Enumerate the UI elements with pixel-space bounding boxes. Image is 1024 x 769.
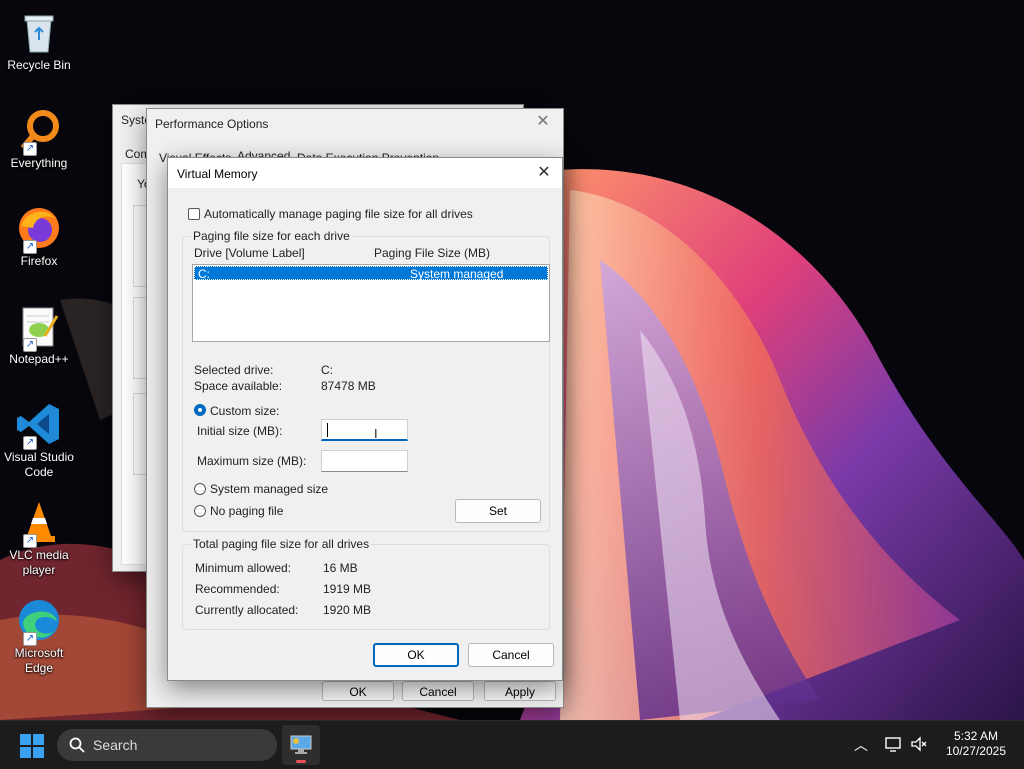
clock[interactable]: 5:32 AM 10/27/2025 — [946, 729, 1006, 759]
window-title: Virtual Memory — [177, 167, 258, 181]
drive-letter: C: — [198, 267, 210, 281]
active-indicator — [296, 760, 306, 763]
virtual-memory-dialog[interactable]: Virtual Memory ✕ Automatically manage pa… — [167, 157, 563, 681]
shortcut-arrow-icon: ↗ — [23, 534, 37, 548]
ok-button[interactable]: OK — [322, 681, 394, 701]
text-caret — [327, 423, 328, 437]
desktop-icon-label: Visual Studio Code — [4, 450, 74, 479]
desktop-icon-recycle-bin[interactable]: Recycle Bin — [0, 0, 78, 73]
desktop-icon-edge[interactable]: ↗ Microsoft Edge — [0, 588, 78, 676]
auto-manage-checkbox[interactable] — [188, 208, 200, 220]
desktop-icon-label: VLC media player — [9, 548, 69, 577]
custom-size-label[interactable]: Custom size: — [210, 404, 279, 418]
clock-time: 5:32 AM — [953, 729, 998, 743]
shortcut-arrow-icon: ↗ — [23, 632, 37, 646]
auto-manage-label[interactable]: Automatically manage paging file size fo… — [204, 207, 473, 221]
apply-button[interactable]: Apply — [484, 681, 556, 701]
taskbar: Search ︿ 5:32 AM 10/27/2025 — [0, 720, 1024, 769]
desktop-icon-label: Everything — [10, 156, 68, 170]
vlc-icon: ↗ — [15, 498, 63, 548]
taskbar-search[interactable]: Search — [57, 729, 277, 761]
i-beam-cursor-icon: I — [374, 426, 378, 441]
shortcut-arrow-icon: ↗ — [23, 240, 37, 254]
column-header-size: Paging File Size (MB) — [374, 246, 491, 260]
column-header-drive: Drive [Volume Label] — [194, 246, 305, 260]
search-icon — [69, 737, 85, 753]
no-paging-label[interactable]: No paging file — [210, 504, 283, 518]
show-hidden-icons[interactable]: ︿ — [854, 735, 868, 755]
shortcut-arrow-icon: ↗ — [23, 338, 37, 352]
space-available-label: Space available: — [194, 379, 283, 393]
volume-muted-icon[interactable] — [910, 735, 928, 756]
custom-size-radio[interactable] — [194, 404, 206, 416]
desktop-icon-vlc[interactable]: ↗ VLC media player — [0, 490, 78, 578]
group-title: Total paging file size for all drives — [191, 537, 372, 551]
windows-logo-icon — [20, 734, 44, 758]
system-properties-icon — [290, 735, 312, 754]
everything-search-icon: ↗ — [15, 106, 63, 156]
allocated-label: Currently allocated: — [195, 603, 299, 617]
desktop-icon-label: Firefox — [20, 254, 58, 268]
firefox-icon: ↗ — [15, 204, 63, 254]
taskbar-app-system-properties[interactable] — [282, 725, 320, 765]
desktop-icon-firefox[interactable]: ↗ Firefox — [0, 196, 78, 269]
desktop-icon-label: Microsoft Edge — [14, 646, 64, 675]
min-allowed-value: 16 MB — [323, 561, 358, 575]
selected-drive-label: Selected drive: — [194, 363, 274, 377]
notepad-plus-plus-icon: ↗ — [15, 302, 63, 352]
desktop-icon-notepadpp[interactable]: ↗ Notepad++ — [0, 294, 78, 367]
initial-size-input[interactable]: I — [321, 419, 408, 441]
desktop-icon-vscode[interactable]: ↗ Visual Studio Code — [0, 392, 78, 480]
edge-icon: ↗ — [15, 596, 63, 646]
ok-button[interactable]: OK — [373, 643, 459, 667]
system-managed-label[interactable]: System managed size — [210, 482, 328, 496]
drive-list[interactable]: C: System managed — [192, 264, 550, 342]
space-available-value: 87478 MB — [321, 379, 376, 393]
no-paging-radio[interactable] — [194, 505, 206, 517]
desktop-icon-label: Notepad++ — [9, 352, 69, 366]
close-icon[interactable]: ✕ — [533, 113, 553, 133]
drive-size: System managed — [410, 267, 504, 281]
cancel-button[interactable]: Cancel — [402, 681, 474, 701]
desktop-icon-label: Recycle Bin — [7, 58, 71, 72]
allocated-value: 1920 MB — [323, 603, 372, 617]
system-managed-radio[interactable] — [194, 483, 206, 495]
recommended-value: 1919 MB — [323, 582, 372, 596]
clock-date: 10/27/2025 — [945, 744, 1006, 758]
set-button[interactable]: Set — [455, 499, 541, 523]
list-item-selected[interactable]: C: System managed — [194, 266, 548, 281]
start-button[interactable] — [20, 734, 44, 758]
maximum-size-input[interactable] — [321, 450, 408, 472]
recycle-bin-icon — [15, 8, 63, 56]
shortcut-arrow-icon: ↗ — [23, 436, 37, 450]
close-icon[interactable]: ✕ — [534, 164, 554, 184]
network-icon[interactable] — [884, 735, 902, 756]
cancel-button[interactable]: Cancel — [468, 643, 554, 667]
maximum-size-label: Maximum size (MB): — [197, 454, 307, 468]
initial-size-label: Initial size (MB): — [197, 424, 283, 438]
min-allowed-label: Minimum allowed: — [195, 561, 292, 575]
recommended-label: Recommended: — [195, 582, 280, 596]
shortcut-arrow-icon: ↗ — [23, 142, 37, 156]
group-title: Paging file size for each drive — [191, 229, 352, 243]
selected-drive-value: C: — [321, 363, 333, 377]
vscode-icon: ↗ — [15, 400, 63, 450]
window-title: Performance Options — [155, 117, 269, 131]
search-placeholder: Search — [93, 737, 138, 753]
desktop-icon-everything[interactable]: ↗ Everything — [0, 98, 78, 171]
